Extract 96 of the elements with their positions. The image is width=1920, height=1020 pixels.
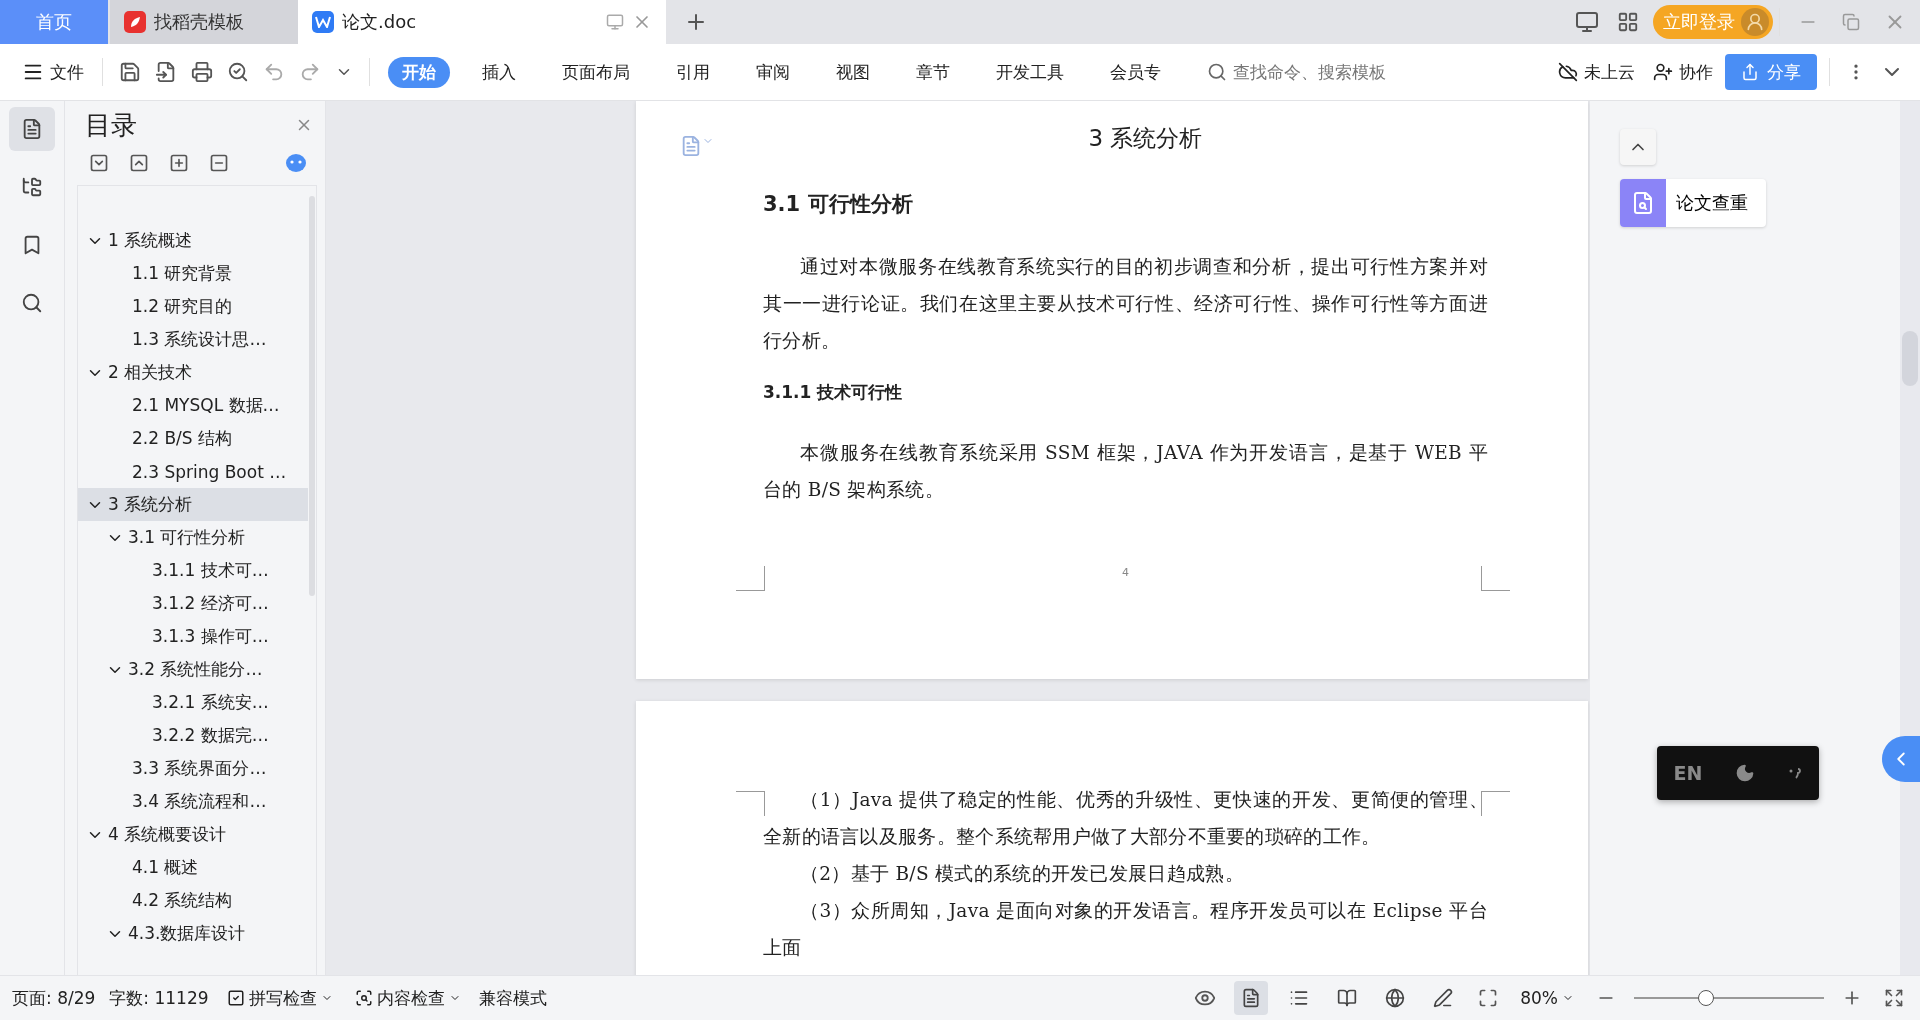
- toc-item[interactable]: 4 系统概要设计: [78, 818, 308, 851]
- search-icon: [1207, 62, 1227, 82]
- compatibility-mode: 兼容模式: [478, 986, 547, 1010]
- leaf-logo-icon: [124, 11, 146, 33]
- toc-item[interactable]: 3.1.3 操作可…: [78, 620, 308, 653]
- window-tab[interactable]: 找稻壳模板: [110, 0, 298, 44]
- document-search-icon: [1620, 179, 1666, 227]
- toc-item[interactable]: 2.1 MYSQL 数据…: [78, 389, 308, 422]
- view-button[interactable]: [1234, 981, 1269, 1015]
- document-icon: [21, 118, 43, 140]
- toc-item[interactable]: 4.3.数据库设计: [78, 917, 308, 950]
- add-icon[interactable]: [169, 153, 189, 173]
- toc-item[interactable]: 4.2 系统结构: [78, 884, 308, 917]
- expand-panel-button[interactable]: [1882, 736, 1920, 782]
- ribbon-tab[interactable]: 审阅: [742, 56, 804, 88]
- search-icon[interactable]: [21, 292, 43, 314]
- ribbon-tab[interactable]: 引用: [662, 56, 724, 88]
- toc-item[interactable]: 4.1 概述: [78, 851, 308, 884]
- toc-item[interactable]: 3.3 系统界面分…: [78, 752, 308, 785]
- collaborate-button[interactable]: 协作: [1647, 56, 1719, 88]
- fit-page-icon[interactable]: [1478, 988, 1499, 1008]
- page-icon[interactable]: [1241, 988, 1262, 1008]
- toc-item[interactable]: 3.2.1 系统安…: [78, 686, 308, 719]
- toc-item[interactable]: 3.4 系统流程和…: [78, 785, 308, 818]
- input-method-bar[interactable]: EN: [1657, 746, 1819, 800]
- ribbon-tab[interactable]: 开发工具: [982, 56, 1078, 88]
- print-preview-icon[interactable]: [227, 61, 249, 83]
- panel-title: 目录: [85, 108, 137, 142]
- window-tab[interactable]: 论文.doc: [298, 0, 666, 44]
- fullscreen-icon[interactable]: [1884, 988, 1904, 1008]
- scrollbar-thumb[interactable]: [309, 196, 315, 596]
- cloud-icon: [1558, 62, 1578, 82]
- spell-check-button[interactable]: 拼写检查: [222, 984, 337, 1012]
- tree-icon[interactable]: [21, 176, 43, 198]
- toc-item[interactable]: 1 系统概述: [78, 224, 308, 257]
- list-icon[interactable]: [1289, 988, 1310, 1008]
- scan-icon: [354, 989, 373, 1007]
- command-search-field[interactable]: 查找命令、搜索模板: [1207, 61, 1425, 83]
- toc-item[interactable]: 3 系统分析: [78, 488, 308, 521]
- ribbon-tab[interactable]: 章节: [902, 56, 964, 88]
- save-icon[interactable]: [119, 61, 141, 83]
- word-count: 字数: 11129: [109, 986, 209, 1010]
- plagiarism-check-button[interactable]: 论文查重: [1620, 179, 1766, 227]
- pen-icon[interactable]: [1433, 988, 1454, 1008]
- toc-item[interactable]: 3.1.1 技术可…: [78, 554, 308, 587]
- crop-mark: [736, 566, 765, 591]
- globe-icon[interactable]: [1385, 988, 1406, 1008]
- export-icon[interactable]: [155, 61, 177, 83]
- chapter-title: 3 系统分析: [1087, 124, 1204, 153]
- grid-icon[interactable]: [1617, 11, 1639, 33]
- assistant-icon[interactable]: [285, 153, 307, 173]
- toc-item[interactable]: 2 相关技术: [78, 356, 308, 389]
- toc-item[interactable]: 1.3 系统设计思…: [78, 323, 308, 356]
- tablet-icon[interactable]: [1575, 10, 1599, 34]
- share-icon: [1741, 63, 1759, 81]
- crop-mark: [1481, 566, 1510, 591]
- paragraph: 本微服务在线教育系统采用 SSM 框架，JAVA 作为开发语言，是基于 WEB 平台的 B/S 架构系统。: [763, 441, 1488, 502]
- toc-item[interactable]: 3.1.2 经济可…: [78, 587, 308, 620]
- zoom-dropdown[interactable]: 80%: [1516, 986, 1578, 1010]
- ribbon-tab[interactable]: 会员专: [1096, 56, 1175, 88]
- paragraph: （3）众所周知，Java 是面向对象的开发语言。程序开发员可以在 Eclipse 平台上面: [763, 899, 1488, 960]
- print-icon[interactable]: [191, 61, 213, 83]
- toc-item[interactable]: 3.1 可行性分析: [78, 521, 308, 554]
- subsection-heading: 3.1.1 技术可行性: [763, 381, 904, 404]
- moon-icon[interactable]: [1735, 763, 1756, 783]
- cloud-button[interactable]: 未上云: [1552, 56, 1641, 88]
- page-count: 页面: 8/29: [12, 986, 96, 1010]
- toc-item[interactable]: 1.1 研究背景: [78, 257, 308, 290]
- page-number: 4: [1122, 566, 1129, 579]
- crop-mark: [736, 791, 765, 816]
- checkbox-icon: [226, 989, 245, 1007]
- content-check-button[interactable]: 内容检查: [350, 984, 465, 1012]
- toc-panel-button[interactable]: [9, 107, 55, 151]
- remove-icon[interactable]: [209, 153, 229, 173]
- punctuation-icon[interactable]: [1788, 766, 1803, 780]
- toc-item[interactable]: 1.2 研究目的: [78, 290, 308, 323]
- ribbon-tab[interactable]: 插入: [468, 56, 530, 88]
- ribbon-tab[interactable]: 页面布局: [548, 56, 644, 88]
- toc-item[interactable]: 2.3 Spring Boot …: [78, 455, 308, 488]
- paragraph: （2）基于 B/S 模式的系统的开发已发展日趋成熟。: [799, 862, 1245, 886]
- user-plus-icon: [1653, 62, 1673, 82]
- file-menu-button[interactable]: 文件: [16, 56, 90, 88]
- ribbon-tab[interactable]: 视图: [822, 56, 884, 88]
- paragraph: 通过对本微服务在线教育系统实行的目的初步调查和分析，提出可行性方案并对其一一进行论证。我们在这里主要从技术可行性、经济可行性、操作可行性等方面进行分析。: [763, 255, 1488, 353]
- book-icon[interactable]: [1337, 988, 1358, 1008]
- expand-all-icon[interactable]: [89, 153, 109, 173]
- toc-item[interactable]: 3.2.2 数据完…: [78, 719, 308, 752]
- toc-item[interactable]: 3.2 系统性能分…: [78, 653, 308, 686]
- slider-thumb[interactable]: [1698, 990, 1715, 1006]
- toc-item[interactable]: 2.2 B/S 结构: [78, 422, 308, 455]
- writer-logo-icon: [312, 11, 334, 33]
- paragraph: （1）Java 提供了稳定的性能、优秀的升级性、更快速的开发、更简便的管理、全新的语言以及服务。整个系统帮用户做了大部分不重要的琐碎的工作。: [763, 788, 1488, 849]
- avatar-icon: [1741, 8, 1769, 36]
- crop-mark: [1481, 791, 1510, 816]
- section-heading: 3.1 可行性分析: [763, 191, 914, 218]
- collapse-all-icon[interactable]: [129, 153, 149, 173]
